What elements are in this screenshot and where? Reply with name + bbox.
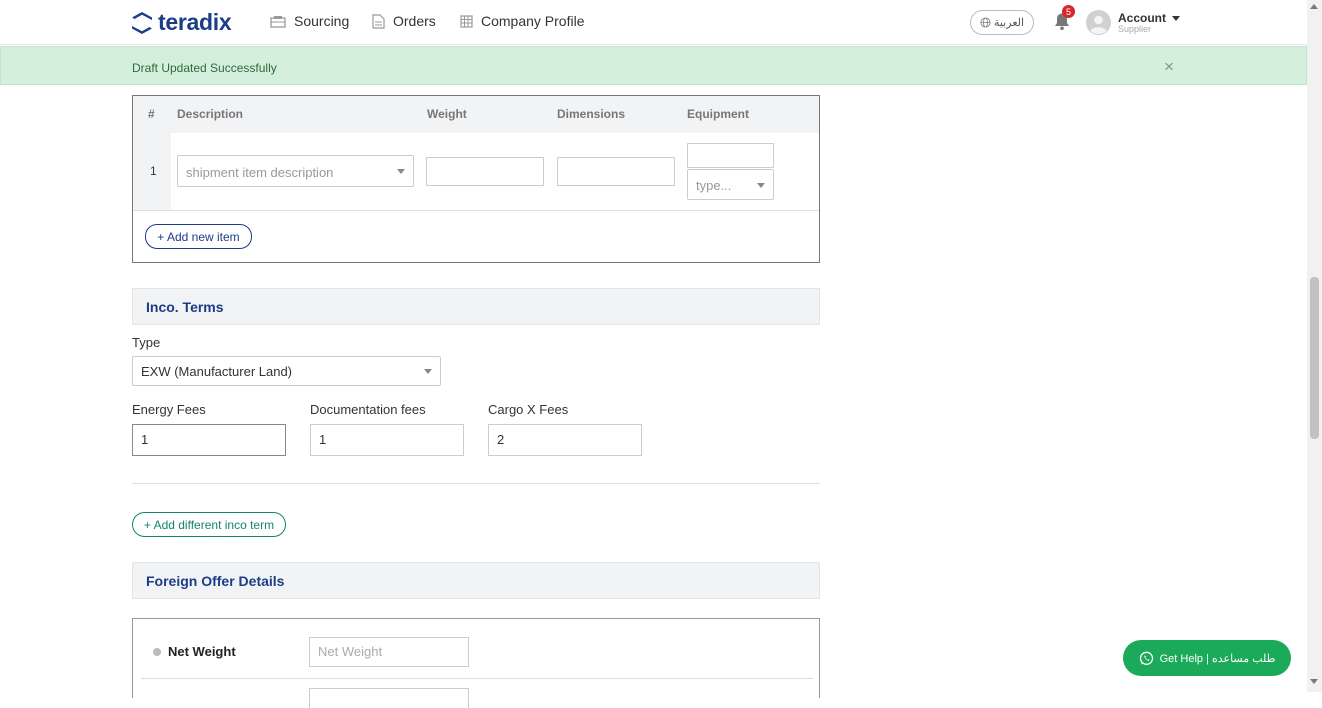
equipment-input[interactable] bbox=[687, 143, 774, 168]
globe-icon bbox=[980, 17, 991, 28]
column-header-dimensions: Dimensions bbox=[557, 107, 626, 121]
user-avatar-icon bbox=[1086, 10, 1111, 35]
nav-orders-label: Orders bbox=[393, 13, 436, 29]
nav-company-profile-label: Company Profile bbox=[481, 13, 585, 29]
chevron-down-icon bbox=[1172, 15, 1180, 21]
divider bbox=[133, 210, 819, 211]
chevron-down-icon bbox=[397, 169, 405, 174]
scrollbar-thumb[interactable] bbox=[1310, 277, 1319, 439]
close-icon[interactable]: × bbox=[1164, 57, 1174, 77]
sourcing-icon bbox=[270, 15, 286, 28]
divider bbox=[132, 483, 820, 484]
nav-orders[interactable]: Orders bbox=[372, 13, 436, 29]
equipment-type-placeholder: type... bbox=[696, 178, 732, 193]
next-field-input[interactable] bbox=[309, 688, 469, 708]
bullet-dot bbox=[153, 648, 161, 656]
teradix-logo[interactable]: teradix bbox=[131, 9, 232, 36]
logo-text: teradix bbox=[158, 9, 232, 35]
account-role: Supplier bbox=[1118, 24, 1152, 34]
net-weight-input[interactable]: Net Weight bbox=[309, 637, 469, 667]
get-help-label: Get Help | طلب مساعده bbox=[1159, 652, 1276, 665]
energy-fees-label: Energy Fees bbox=[132, 402, 206, 417]
nav-sourcing[interactable]: Sourcing bbox=[270, 13, 349, 29]
scroll-down-arrow-icon[interactable] bbox=[1310, 679, 1318, 684]
row-number: 1 bbox=[150, 164, 157, 178]
chevron-down-icon bbox=[757, 182, 765, 188]
description-placeholder: shipment item description bbox=[186, 165, 334, 180]
inco-type-select[interactable]: EXW (Manufacturer Land) bbox=[132, 356, 441, 386]
section-title: Inco. Terms bbox=[146, 299, 224, 315]
language-label: العربية bbox=[993, 17, 1025, 29]
cargo-x-fees-label: Cargo X Fees bbox=[488, 402, 569, 417]
chevron-down-icon bbox=[424, 369, 432, 374]
column-header-weight: Weight bbox=[427, 107, 467, 121]
language-toggle-button[interactable]: العربية bbox=[970, 10, 1034, 35]
weight-input[interactable] bbox=[426, 157, 544, 186]
shipment-items-table: # Description Weight Dimensions Equipmen… bbox=[132, 95, 820, 263]
documentation-fees-value: 1 bbox=[319, 432, 327, 447]
add-inco-term-button[interactable]: + Add different inco term bbox=[132, 512, 286, 537]
get-help-button[interactable]: Get Help | طلب مساعده bbox=[1123, 640, 1291, 676]
avatar[interactable] bbox=[1086, 10, 1111, 35]
logo-mark-icon bbox=[132, 11, 152, 34]
documentation-fees-label: Documentation fees bbox=[310, 402, 426, 417]
cargo-x-fees-value: 2 bbox=[497, 432, 505, 447]
section-title: Foreign Offer Details bbox=[146, 573, 285, 589]
account-name: Account bbox=[1118, 11, 1166, 25]
alert-message: Draft Updated Successfully bbox=[132, 61, 277, 75]
documentation-fees-input[interactable]: 1 bbox=[310, 424, 464, 456]
scroll-up-arrow-icon[interactable] bbox=[1310, 4, 1318, 9]
equipment-type-select[interactable]: type... bbox=[687, 169, 774, 200]
building-icon bbox=[460, 14, 473, 28]
nav-company-profile[interactable]: Company Profile bbox=[460, 13, 585, 29]
type-label: Type bbox=[132, 335, 161, 350]
whatsapp-icon bbox=[1139, 651, 1153, 665]
divider bbox=[141, 678, 813, 679]
column-header-equipment: Equipment bbox=[687, 107, 749, 121]
description-select[interactable]: shipment item description bbox=[177, 155, 414, 187]
add-new-item-button[interactable]: + Add new item bbox=[145, 224, 252, 249]
foreign-offer-details-box: Net Weight Net Weight bbox=[132, 618, 820, 708]
top-navbar: teradix Sourcing Orders Company Profile bbox=[0, 0, 1307, 45]
nav-sourcing-label: Sourcing bbox=[294, 13, 350, 29]
cargo-x-fees-input[interactable]: 2 bbox=[488, 424, 642, 456]
energy-fees-value: 1 bbox=[141, 432, 149, 447]
success-alert: Draft Updated Successfully × bbox=[0, 46, 1307, 85]
inco-type-value: EXW (Manufacturer Land) bbox=[141, 364, 293, 379]
account-menu[interactable]: Account Supplier bbox=[1118, 11, 1180, 34]
net-weight-label: Net Weight bbox=[168, 644, 236, 659]
column-header-number: # bbox=[148, 107, 155, 121]
notification-badge: 5 bbox=[1062, 5, 1075, 18]
document-icon bbox=[372, 13, 385, 29]
energy-fees-input[interactable]: 1 bbox=[132, 424, 286, 456]
dimensions-input[interactable] bbox=[557, 157, 675, 186]
column-header-description: Description bbox=[177, 107, 244, 121]
account-name-row: Account bbox=[1118, 11, 1180, 25]
inco-terms-section-header: Inco. Terms bbox=[132, 288, 820, 325]
foreign-offer-section-header: Foreign Offer Details bbox=[132, 562, 820, 599]
table-header: # Description Weight Dimensions Equipmen… bbox=[133, 96, 819, 133]
